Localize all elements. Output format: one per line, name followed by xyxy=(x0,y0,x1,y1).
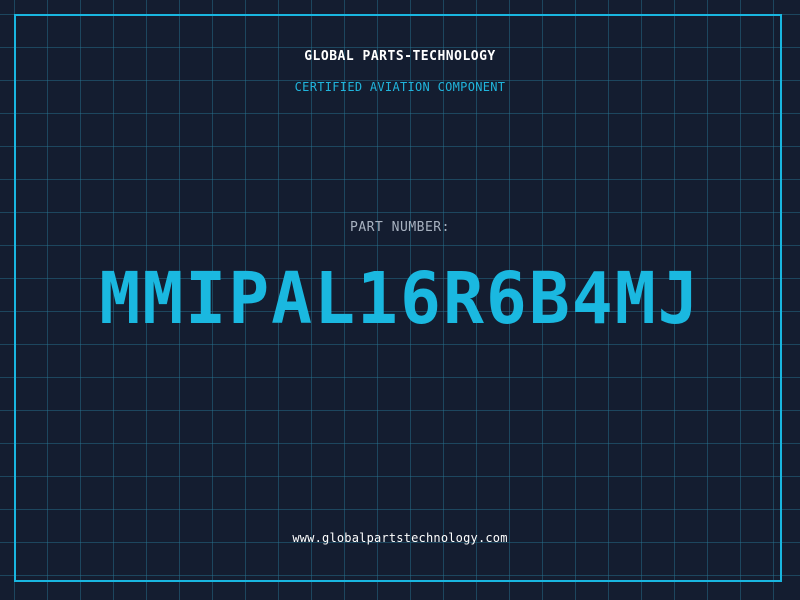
part-number-label: PART NUMBER: xyxy=(350,220,450,235)
part-card: GLOBAL PARTS-TECHNOLOGY CERTIFIED AVIATI… xyxy=(0,0,800,600)
company-name: GLOBAL PARTS-TECHNOLOGY xyxy=(304,49,496,64)
certification-tagline: CERTIFIED AVIATION COMPONENT xyxy=(294,80,506,94)
website-url: www.globalpartstechnology.com xyxy=(292,531,508,545)
part-number-value: MMIPAL16R6B4MJ xyxy=(99,258,701,341)
